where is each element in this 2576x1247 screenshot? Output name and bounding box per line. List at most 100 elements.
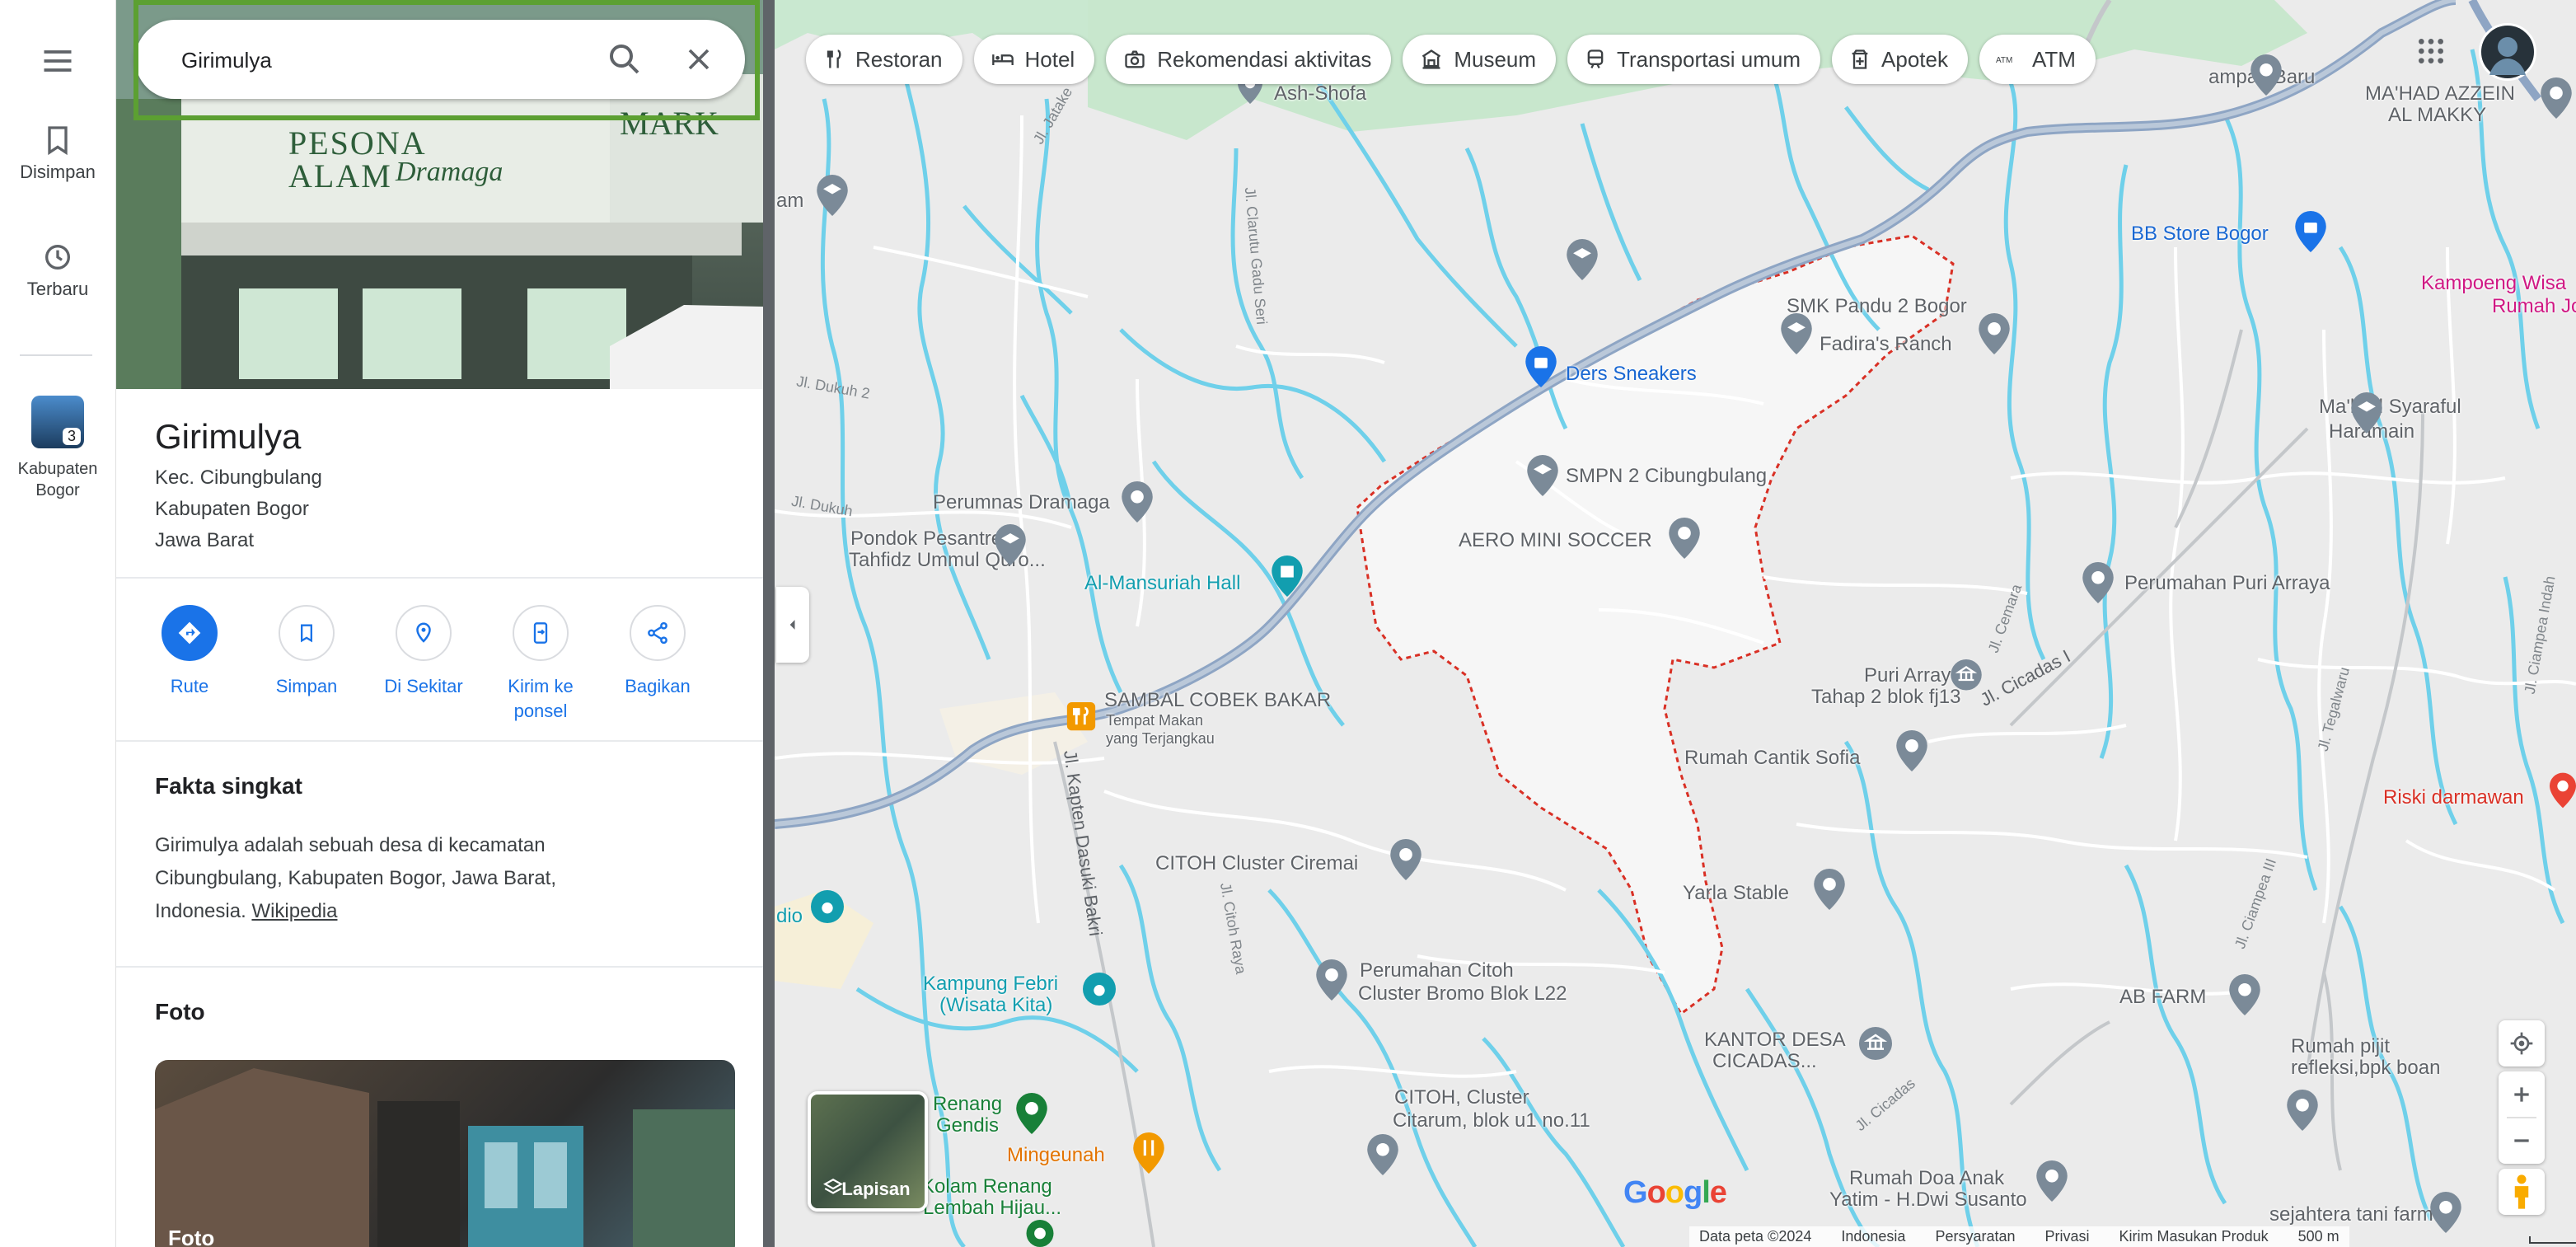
map-label[interactable]: KANTOR DESA	[1704, 1029, 1846, 1052]
school-pin-icon[interactable]	[1526, 455, 1559, 496]
share-button[interactable]: Bagikan	[604, 605, 711, 699]
close-icon[interactable]	[681, 41, 717, 77]
map-label[interactable]: Cluster Bromo Blok L22	[1358, 982, 1567, 1006]
venue-pin-icon[interactable]	[1271, 556, 1304, 597]
shop-pin-icon[interactable]	[2294, 211, 2327, 252]
send-to-phone-button[interactable]: Kirim ke ponsel	[487, 605, 594, 724]
menu-icon[interactable]	[40, 43, 76, 79]
search-input[interactable]	[180, 41, 611, 79]
place-pin-icon[interactable]	[1121, 481, 1154, 523]
place-pin-icon[interactable]	[1895, 730, 1928, 771]
park-pin-icon[interactable]	[1025, 1220, 1055, 1247]
place-pin-icon[interactable]	[2550, 770, 2576, 811]
map-label[interactable]: (Wisata Kita)	[939, 994, 1052, 1017]
school-pin-icon[interactable]	[2350, 392, 2383, 434]
building-pin-icon[interactable]	[1859, 1027, 1892, 1060]
shop-pin-icon[interactable]	[1525, 346, 1557, 387]
zoom-in-button[interactable]	[2499, 1071, 2545, 1118]
wikipedia-link[interactable]: Wikipedia	[251, 900, 337, 922]
map-label[interactable]: am	[776, 190, 803, 213]
layers-button[interactable]: Lapisan	[808, 1091, 928, 1212]
place-pin-icon[interactable]	[1668, 518, 1701, 559]
my-location-button[interactable]	[2499, 1020, 2545, 1067]
map-label[interactable]: Perumnas Dramaga	[933, 491, 1110, 514]
map-label[interactable]: Kampoeng Wisa	[2421, 272, 2566, 295]
map-label[interactable]: Puri Arraya	[1864, 664, 1962, 687]
privacy-link[interactable]: Privasi	[2045, 1228, 2090, 1245]
place-pin-icon[interactable]	[1978, 313, 2011, 354]
map-label[interactable]: Ders Sneakers	[1566, 363, 1697, 386]
map-label[interactable]: Rumah Jo	[2492, 295, 2576, 318]
camera-pin-icon[interactable]	[811, 890, 844, 923]
photo-thumbnail[interactable]: Foto	[155, 1060, 735, 1247]
place-pin-icon[interactable]	[2286, 1090, 2319, 1131]
map-label[interactable]: sejahtera tani farm	[2269, 1203, 2433, 1226]
zoom-out-button[interactable]	[2499, 1118, 2545, 1164]
map-label[interactable]: Rumah Doa Anak	[1849, 1167, 2004, 1190]
rail-recent-button[interactable]: Terbaru	[0, 241, 115, 300]
map-label[interactable]: SAMBAL COBEK BAKAR	[1104, 689, 1331, 712]
map-label[interactable]: AERO MINI SOCCER	[1459, 529, 1652, 552]
map-label[interactable]: Gendis	[936, 1114, 999, 1137]
scale-label[interactable]: 500 m	[2298, 1228, 2339, 1245]
map-label[interactable]: Fadira's Ranch	[1820, 333, 1952, 356]
map-label[interactable]: refleksi,bpk boan	[2291, 1057, 2440, 1080]
place-pin-icon[interactable]	[1366, 1134, 1399, 1175]
map-label[interactable]: Lembah Hijau...	[923, 1197, 1061, 1220]
place-pin-icon[interactable]	[1389, 839, 1422, 880]
map-label[interactable]: SMPN 2 Cibungbulang	[1566, 465, 1767, 488]
rail-saved-button[interactable]: Disimpan	[0, 124, 115, 183]
map-label[interactable]: SMK Pandu 2 Bogor	[1787, 295, 1967, 318]
map-label[interactable]: Riski darmawan	[2383, 786, 2524, 809]
place-pin-icon[interactable]	[2540, 77, 2573, 119]
place-pin-icon[interactable]	[1813, 869, 1846, 910]
map-label[interactable]: Yarla Stable	[1683, 882, 1789, 905]
map-label[interactable]: Pondok Pesantren	[850, 527, 1013, 551]
map-label[interactable]: Citarum, blok u1 no.11	[1393, 1109, 1590, 1132]
map-label[interactable]: Al-Mansuriah Hall	[1084, 572, 1240, 595]
place-pin-icon[interactable]	[2429, 1192, 2462, 1233]
school-pin-icon[interactable]	[816, 175, 849, 216]
rail-recent-place[interactable]: 3 Kabupaten Bogor	[0, 396, 115, 501]
place-pin-icon[interactable]	[1315, 959, 1348, 1001]
map-label[interactable]: Yatim - H.Dwi Susanto	[1829, 1188, 2027, 1212]
camera-pin-icon[interactable]	[1083, 973, 1116, 1006]
chip-museums[interactable]: Museum	[1403, 35, 1557, 84]
map-label[interactable]: Rumah Cantik Sofia	[1684, 747, 1860, 770]
map-label[interactable]: dio	[776, 905, 803, 928]
map-label[interactable]: Ma'had Syaraful	[2319, 396, 2461, 419]
map-label[interactable]: CICADAS...	[1712, 1050, 1817, 1073]
building-pin-icon[interactable]	[1950, 659, 1983, 701]
restaurant-pin-icon[interactable]	[1132, 1132, 1165, 1174]
chip-restaurants[interactable]: Restoran	[806, 35, 962, 84]
region-link[interactable]: Indonesia	[1841, 1228, 1905, 1245]
street-view-pegman[interactable]	[2499, 1169, 2545, 1215]
map-label[interactable]: Kolam Renang	[921, 1175, 1052, 1198]
terms-link[interactable]: Persyaratan	[1935, 1228, 2015, 1245]
map-label[interactable]: Perumahan Citoh	[1360, 959, 1514, 982]
map-label[interactable]: Kampung Febri	[923, 973, 1058, 996]
place-pin-icon[interactable]	[2082, 562, 2115, 603]
map-label[interactable]: Rumah pijit	[2291, 1035, 2390, 1058]
restaurant-pin-icon[interactable]	[1066, 702, 1096, 735]
place-pin-icon[interactable]	[2250, 54, 2283, 96]
save-button[interactable]: Simpan	[253, 605, 360, 699]
map-label[interactable]: BB Store Bogor	[2131, 223, 2269, 246]
nearby-button[interactable]: Di Sekitar	[370, 605, 477, 699]
chip-atm[interactable]: ATM ATM	[1979, 35, 2096, 84]
map-label[interactable]: Renang	[933, 1093, 1002, 1116]
map-label[interactable]: Ash-Shofa	[1274, 82, 1366, 105]
map-label[interactable]: AB FARM	[2119, 986, 2206, 1009]
map-label[interactable]: MA'HAD AZZEIN	[2365, 82, 2515, 105]
chip-hotels[interactable]: Hotel	[973, 35, 1095, 84]
search-icon[interactable]	[605, 40, 644, 79]
feedback-link[interactable]: Kirim Masukan Produk	[2119, 1228, 2269, 1245]
map-label[interactable]: Tahap 2 blok fj13	[1811, 686, 1960, 709]
apps-grid-icon[interactable]	[2414, 35, 2447, 68]
chip-activities[interactable]: Rekomendasi aktivitas	[1106, 35, 1392, 84]
chip-transit[interactable]: Transportasi umum	[1567, 35, 1821, 84]
map-label[interactable]: Perumahan Puri Arraya	[2124, 572, 2330, 595]
park-pin-icon[interactable]	[1015, 1093, 1048, 1134]
directions-button[interactable]: Rute	[136, 605, 243, 699]
map-label[interactable]: CITOH Cluster Ciremai	[1155, 852, 1358, 875]
